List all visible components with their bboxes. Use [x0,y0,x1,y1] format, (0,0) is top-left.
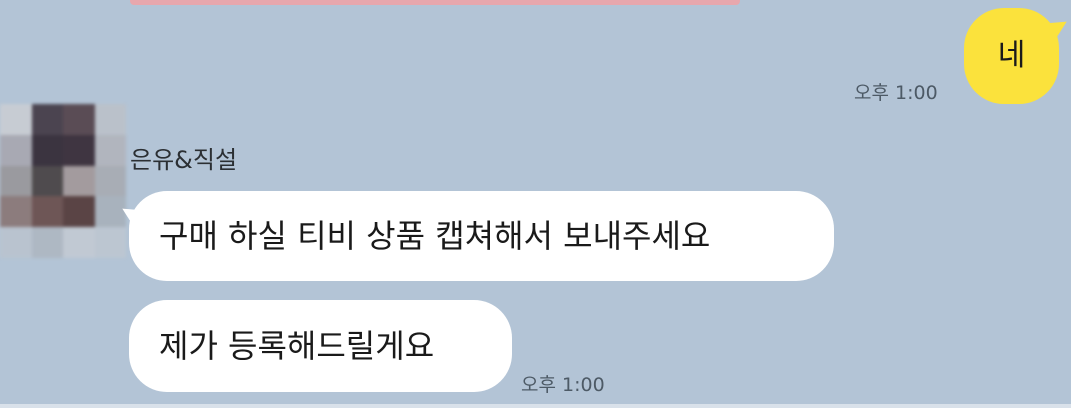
avatar-pixel [94,134,126,166]
avatar-pixel [31,134,63,166]
avatar-pixel [94,227,126,258]
outgoing-message-bubble[interactable]: 네 [964,8,1059,104]
avatar-pixel [63,227,95,258]
chat-view: 네 오후 1:00 은유&직설 구매 하실 티비 상품 캡쳐해서 보내주세요 제… [0,0,1071,408]
sender-avatar[interactable] [0,104,126,258]
avatar-pixel [31,165,63,197]
incoming-message-time: 오후 1:00 [521,374,605,396]
avatar-pixel [0,196,32,228]
sender-name[interactable]: 은유&직설 [130,140,237,175]
incoming-message-bubble[interactable]: 제가 등록해드릴게요 [129,300,512,392]
previous-message-edge [130,0,740,5]
avatar-pixel [31,104,63,135]
input-area-edge [0,404,1071,408]
avatar-pixel [31,227,63,258]
avatar-pixel [0,134,32,166]
avatar-pixel [63,104,95,135]
incoming-message-text: 제가 등록해드릴게요 [159,327,435,365]
outgoing-message-time: 오후 1:00 [854,82,938,104]
incoming-message-text: 구매 하실 티비 상품 캡쳐해서 보내주세요 [159,217,711,255]
incoming-message-bubble[interactable]: 구매 하실 티비 상품 캡쳐해서 보내주세요 [129,191,834,281]
outgoing-message-text: 네 [997,38,1026,73]
avatar-pixel [94,165,126,197]
avatar-pixel [0,227,32,258]
avatar-pixel [63,196,95,228]
avatar-pixel [0,165,32,197]
avatar-pixel [94,104,126,135]
avatar-pixel [63,134,95,166]
avatar-pixel [31,196,63,228]
avatar-pixel [0,104,32,135]
avatar-pixel [63,165,95,197]
